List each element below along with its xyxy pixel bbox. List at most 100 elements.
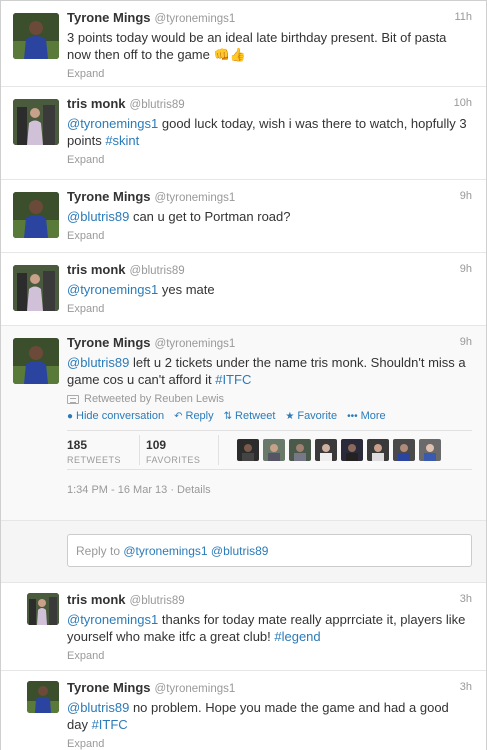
tweet-username[interactable]: @tyronemings1	[155, 683, 236, 695]
tweet-fullname[interactable]: Tyrone Mings	[67, 680, 151, 695]
avatar[interactable]	[13, 99, 59, 145]
tweet-body: yes mate	[158, 282, 215, 297]
hashtag-link[interactable]: #legend	[274, 629, 320, 644]
hashtag-link[interactable]: #ITFC	[92, 717, 128, 732]
tweet-username[interactable]: @tyronemings1	[155, 192, 236, 204]
retweeted-by: Retweeted by Reuben Lewis	[67, 393, 472, 405]
tweet-timestamp[interactable]: 10h	[454, 97, 472, 109]
tweet-text: 3 points today would be an ideal late bi…	[67, 30, 447, 62]
reply-mention: @tyronemings1	[123, 544, 208, 558]
favoriter-avatar[interactable]	[237, 439, 260, 461]
reply-area: Reply to @tyronemings1 @blutris89	[1, 521, 486, 583]
reply-mention: @blutris89	[210, 544, 269, 558]
retweet-small-icon	[67, 394, 79, 404]
mention-link[interactable]: @blutris89	[67, 355, 129, 370]
expand-link[interactable]: Expand	[67, 154, 472, 166]
tweet-timestamp[interactable]: 3h	[460, 593, 472, 605]
tweet-username[interactable]: @tyronemings1	[155, 338, 236, 350]
tweet-timestamp[interactable]: 3h	[460, 681, 472, 693]
tweet-item[interactable]: tris monk @blutris89 10h @tyronemings1 go…	[1, 87, 486, 180]
tweet-username[interactable]: @blutris89	[130, 265, 185, 277]
favoriter-avatar[interactable]	[315, 439, 338, 461]
tweet-actions: ● Hide conversation ↶ Reply ⇅ Retweet ★ Favo…	[67, 410, 472, 422]
avatar[interactable]	[13, 192, 59, 238]
tweet-timestamp[interactable]: 9h	[460, 263, 472, 275]
tweet-username[interactable]: @tyronemings1	[155, 13, 236, 25]
tweet-fullname[interactable]: Tyrone Mings	[67, 189, 151, 204]
tweet-fullname[interactable]: tris monk	[67, 262, 126, 277]
retweet-icon: ⇅	[223, 411, 233, 422]
speech-bubble-icon: ●	[67, 411, 74, 422]
mention-link[interactable]: @blutris89	[67, 700, 129, 715]
tweet-text: @tyronemings1 good luck today, wish i wa…	[67, 115, 472, 149]
reply-prefix: Reply to	[76, 544, 124, 558]
hide-conversation-label: Hide conversation	[76, 410, 165, 422]
favorites-stat[interactable]: 109 FAVORITES	[146, 435, 220, 465]
retweet-button[interactable]: ⇅ Retweet	[224, 410, 276, 422]
tweet-username[interactable]: @blutris89	[130, 595, 185, 607]
ellipsis-icon: •••	[347, 411, 358, 422]
expanded-tweet[interactable]: Tyrone Mings @tyronemings1 9h @blutris89 …	[1, 326, 486, 521]
mention-link[interactable]: @tyronemings1	[67, 282, 158, 297]
more-button[interactable]: ••• More	[347, 410, 386, 422]
expand-link[interactable]: Expand	[67, 738, 472, 750]
tweet-item[interactable]: Tyrone Mings @tyronemings1 9h @blutris89 …	[1, 180, 486, 253]
favoriter-avatars	[237, 439, 442, 461]
expand-link[interactable]: Expand	[67, 68, 472, 80]
avatar[interactable]	[13, 265, 59, 311]
retweet-label: Retweet	[235, 410, 276, 422]
reply-tweet-item[interactable]: Tyrone Mings @tyronemings1 3h @blutris89 …	[1, 671, 486, 750]
tweet-text: @blutris89 left u 2 tickets under the na…	[67, 354, 472, 388]
favoriter-avatar[interactable]	[289, 439, 312, 461]
tweet-timestamp-details[interactable]: 1:34 PM - 16 Mar 13 · Details	[67, 484, 211, 496]
tweet-fullname[interactable]: tris monk	[67, 96, 126, 111]
reply-label: Reply	[185, 410, 214, 422]
reply-input[interactable]: Reply to @tyronemings1 @blutris89	[67, 534, 472, 567]
expand-link[interactable]: Expand	[67, 650, 472, 662]
favorite-label: Favorite	[297, 410, 338, 422]
favorite-button[interactable]: ★ Favorite	[285, 410, 337, 422]
tweet-body: can u get to Portman road?	[129, 209, 291, 224]
tweet-item[interactable]: Tyrone Mings @tyronemings1 11h 3 points t…	[1, 1, 486, 87]
favoriter-avatar[interactable]	[263, 439, 286, 461]
more-label: More	[360, 410, 386, 422]
tweet-username[interactable]: @blutris89	[130, 99, 185, 111]
tweet-timestamp[interactable]: 9h	[460, 190, 472, 202]
tweet-timestamp[interactable]: 11h	[454, 11, 472, 23]
retweets-count: 185	[67, 438, 88, 452]
tweet-fullname[interactable]: Tyrone Mings	[67, 10, 151, 25]
hashtag-link[interactable]: #skint	[105, 133, 139, 148]
favoriter-avatar[interactable]	[367, 439, 390, 461]
reply-button[interactable]: ↶ Reply	[174, 410, 214, 422]
tweet-fullname[interactable]: Tyrone Mings	[67, 335, 151, 350]
mention-link[interactable]: @tyronemings1	[67, 612, 158, 627]
favorites-label: FAVORITES	[146, 455, 201, 465]
tweet-timestamp[interactable]: 9h	[460, 336, 472, 348]
tweet-text: @blutris89 can u get to Portman road?	[67, 208, 472, 225]
tweet-text: @tyronemings1 yes mate	[67, 281, 472, 298]
retweeted-by-label[interactable]: Retweeted by Reuben Lewis	[84, 393, 224, 405]
avatar[interactable]	[13, 338, 59, 384]
expand-link[interactable]: Expand	[67, 303, 472, 315]
expand-link[interactable]: Expand	[67, 230, 472, 242]
favorites-count: 109	[146, 438, 167, 452]
tweet-text: @blutris89 no problem. Hope you made the…	[67, 699, 472, 733]
retweets-stat[interactable]: 185 RETWEETS	[67, 435, 141, 465]
retweets-label: RETWEETS	[67, 455, 122, 465]
avatar[interactable]	[27, 681, 59, 713]
avatar[interactable]	[13, 13, 59, 59]
favoriter-avatar[interactable]	[393, 439, 416, 461]
tweet-item[interactable]: tris monk @blutris89 9h @tyronemings1 yes…	[1, 253, 486, 326]
conversation-timeline: Tyrone Mings @tyronemings1 11h 3 points t…	[0, 0, 487, 750]
favoriter-avatar[interactable]	[341, 439, 364, 461]
reply-tweet-item[interactable]: tris monk @blutris89 3h @tyronemings1 tha…	[1, 583, 486, 671]
reply-arrow-icon: ↶	[174, 411, 183, 422]
avatar[interactable]	[27, 593, 59, 625]
star-icon: ★	[285, 411, 295, 422]
hashtag-link[interactable]: #ITFC	[215, 372, 251, 387]
favoriter-avatar[interactable]	[419, 439, 442, 461]
tweet-fullname[interactable]: tris monk	[67, 592, 126, 607]
mention-link[interactable]: @tyronemings1	[67, 116, 158, 131]
hide-conversation-button[interactable]: ● Hide conversation	[67, 410, 164, 422]
mention-link[interactable]: @blutris89	[67, 209, 129, 224]
